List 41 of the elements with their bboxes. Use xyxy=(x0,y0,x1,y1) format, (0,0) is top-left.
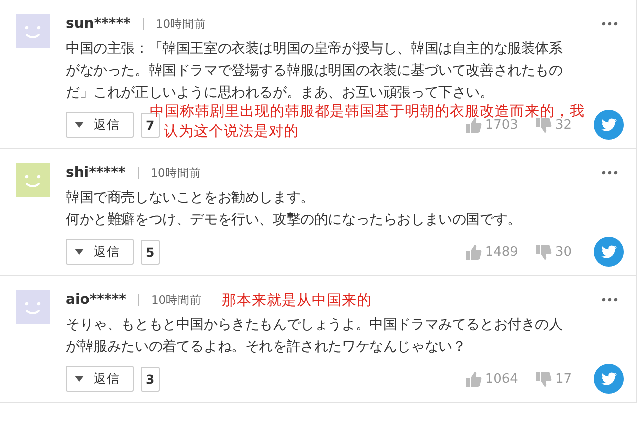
more-icon[interactable] xyxy=(602,22,618,26)
comment-text: 中国の主張：「韓国王室の衣装は明国の皇帝が授与し、韓国は自主的な服装体系 xyxy=(66,40,563,59)
dislike-count: 30 xyxy=(555,244,572,260)
comment-text: そりゃ、もともと中国からきたもんでしょうよ。中国ドラマみてるとお付きの人 xyxy=(66,316,563,335)
thumbs-up-icon[interactable] xyxy=(466,244,482,260)
reply-count[interactable]: 5 xyxy=(141,240,160,264)
more-icon[interactable] xyxy=(602,171,618,175)
thumbs-up-icon[interactable] xyxy=(466,118,482,132)
bird-share-icon[interactable] xyxy=(594,364,624,394)
thumbs-down-icon[interactable] xyxy=(536,372,552,386)
username[interactable]: shi***** xyxy=(66,165,126,181)
annotation-text: 认为这个说法是对的 xyxy=(164,123,299,141)
reply-button[interactable]: 返信 xyxy=(66,112,134,138)
reply-button[interactable]: 返信 xyxy=(66,239,134,265)
comment-text: だ」これが正しいように思われるが。まあ、お互い頑張って下さい。 xyxy=(66,84,494,103)
timestamp: 10時間前 xyxy=(156,16,207,32)
reply-count[interactable]: 3 xyxy=(141,366,160,392)
like-count: 1489 xyxy=(485,244,518,260)
like-count: 1703 xyxy=(485,118,518,132)
dislike-count: 32 xyxy=(555,118,572,132)
timestamp: 10時間前 xyxy=(151,292,202,308)
caret-icon xyxy=(75,122,84,128)
bird-share-icon[interactable] xyxy=(594,110,624,140)
thumbs-down-icon[interactable] xyxy=(536,244,552,260)
comment-text: がなかった。韓国ドラマで登場する韓服は明国の衣装に基づいて改善されたもの xyxy=(66,62,563,81)
dislike-count: 17 xyxy=(555,372,572,386)
username[interactable]: sun***** xyxy=(66,16,131,32)
comment-text: が韓服みたいの着てるよね。それを許されたワケなんじゃない？ xyxy=(66,338,466,357)
username[interactable]: aio***** xyxy=(66,292,126,308)
like-count: 1064 xyxy=(485,372,518,386)
more-icon[interactable] xyxy=(602,298,618,302)
bird-share-icon[interactable] xyxy=(594,237,624,267)
caret-icon xyxy=(75,376,84,382)
caret-icon xyxy=(75,249,84,255)
timestamp: 10時間前 xyxy=(150,166,202,180)
comment-text: 何かと難癖をつけ、デモを行い、攻撃の的になったらおしまいの国です。 xyxy=(66,211,522,230)
thumbs-up-icon[interactable] xyxy=(466,372,482,386)
comment-text: 韓国で商売しないことをお勧めします。 xyxy=(66,189,314,208)
reply-button[interactable]: 返信 xyxy=(66,366,134,392)
annotation-text: 那本来就是从中国来的 xyxy=(222,292,372,310)
thumbs-down-icon[interactable] xyxy=(536,118,552,132)
